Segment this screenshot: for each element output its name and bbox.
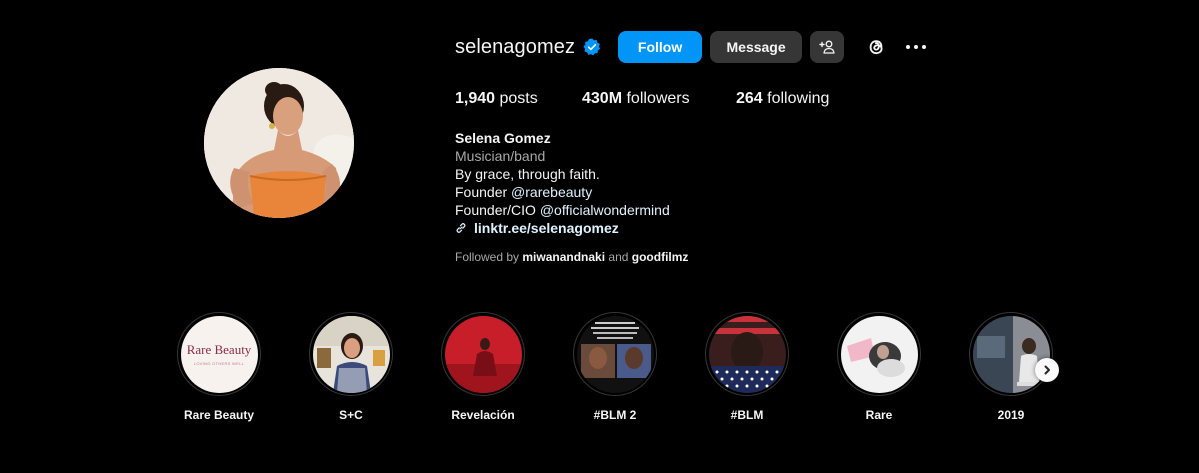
highlight-label: #BLM xyxy=(730,408,764,422)
profile-avatar[interactable] xyxy=(204,68,354,218)
external-link-text: linktr.ee/selenagomez xyxy=(474,220,619,236)
story-highlight-rare-beauty[interactable]: Rare Beauty LOVING OTHERS WELL Rare Beau… xyxy=(177,312,261,422)
highlight-cover xyxy=(444,315,522,393)
followed-by-user: miwanandnaki xyxy=(522,250,606,264)
highlight-cover xyxy=(576,315,654,393)
highlight-cover-ring xyxy=(309,312,393,396)
bio-line: By grace, through faith. xyxy=(455,166,600,182)
highlights-next-button[interactable] xyxy=(1035,358,1059,382)
highlight-label: #BLM 2 xyxy=(593,408,637,422)
avatar-image xyxy=(204,68,354,218)
posts-count-value: 1,940 xyxy=(455,90,496,107)
highlight-image xyxy=(576,315,654,393)
highlight-image xyxy=(972,315,1050,393)
profile-header-row: selenagomez Follow Message xyxy=(455,31,928,63)
highlight-label: 2019 xyxy=(997,408,1025,422)
full-name: Selena Gomez xyxy=(455,130,551,146)
following-label: following xyxy=(767,90,830,107)
highlight-cover-subtext: LOVING OTHERS WELL xyxy=(193,361,245,366)
more-options-button[interactable] xyxy=(904,35,928,59)
follow-button[interactable]: Follow xyxy=(618,31,703,63)
highlight-cover-ring xyxy=(573,312,657,396)
highlight-label: Rare xyxy=(865,408,893,422)
profile-bio: Selena Gomez Musician/band By grace, thr… xyxy=(455,129,670,237)
posts-count: 1,940 posts xyxy=(455,90,582,110)
followed-by-user: goodfilmz xyxy=(631,250,689,264)
highlight-image xyxy=(840,315,918,393)
bio-text: Founder/CIO xyxy=(455,202,540,218)
highlight-cover xyxy=(840,315,918,393)
bio-line-founder: Founder @rarebeauty xyxy=(455,183,670,201)
followers-label: followers xyxy=(626,90,690,107)
highlight-label: Revelación xyxy=(451,408,515,422)
story-highlight-rare[interactable]: Rare xyxy=(837,312,921,422)
highlight-cover-ring: Rare Beauty LOVING OTHERS WELL xyxy=(177,312,261,396)
followed-by[interactable]: Followed by miwanandnaki and goodfilmz xyxy=(455,250,688,264)
threads-icon[interactable] xyxy=(864,35,888,59)
message-button[interactable]: Message xyxy=(710,31,803,63)
highlight-cover xyxy=(312,315,390,393)
highlight-cover-ring xyxy=(441,312,525,396)
highlight-cover-ring xyxy=(705,312,789,396)
followed-by-conjunction: and xyxy=(605,250,632,264)
highlight-cover-text: Rare Beauty xyxy=(186,342,252,357)
profile-stats: 1,940 posts 430M followers 264 following xyxy=(455,90,829,110)
username: selenagomez xyxy=(455,35,576,58)
add-user-icon xyxy=(819,40,835,54)
bio-text: Founder xyxy=(455,184,512,200)
followed-by-prefix: Followed by xyxy=(455,250,523,264)
story-highlight-revelacion[interactable]: Revelación xyxy=(441,312,525,422)
following-count-value: 264 xyxy=(736,90,763,107)
followers-count-value: 430M xyxy=(582,90,623,107)
chevron-right-icon xyxy=(1044,365,1050,375)
mention-link[interactable]: @rarebeauty xyxy=(511,184,592,200)
highlight-image xyxy=(312,315,390,393)
story-highlight-blm-2[interactable]: #BLM 2 xyxy=(573,312,657,422)
followers-count[interactable]: 430M followers xyxy=(582,90,736,110)
verified-badge-icon xyxy=(583,38,601,56)
highlight-label: Rare Beauty xyxy=(183,408,255,422)
highlight-image xyxy=(444,315,522,393)
highlight-cover xyxy=(972,315,1050,393)
highlight-cover-ring xyxy=(837,312,921,396)
story-highlight-s-c[interactable]: S+C xyxy=(309,312,393,422)
category-label: Musician/band xyxy=(455,148,546,164)
bio-line-founder-cio: Founder/CIO @officialwondermind xyxy=(455,201,670,219)
more-horizontal-icon xyxy=(906,45,927,49)
mention-link[interactable]: @officialwondermind xyxy=(540,202,670,218)
external-link[interactable]: linktr.ee/selenagomez xyxy=(455,219,670,237)
link-icon xyxy=(456,223,466,233)
highlight-cover: Rare Beauty LOVING OTHERS WELL xyxy=(180,315,258,393)
story-highlight-blm[interactable]: #BLM xyxy=(705,312,789,422)
highlight-image xyxy=(708,315,786,393)
following-count[interactable]: 264 following xyxy=(736,90,829,110)
highlight-cover xyxy=(708,315,786,393)
highlight-cover-ring xyxy=(969,312,1053,396)
suggested-users-button[interactable] xyxy=(810,31,845,63)
posts-label: posts xyxy=(499,90,538,107)
highlight-label: S+C xyxy=(339,408,363,422)
